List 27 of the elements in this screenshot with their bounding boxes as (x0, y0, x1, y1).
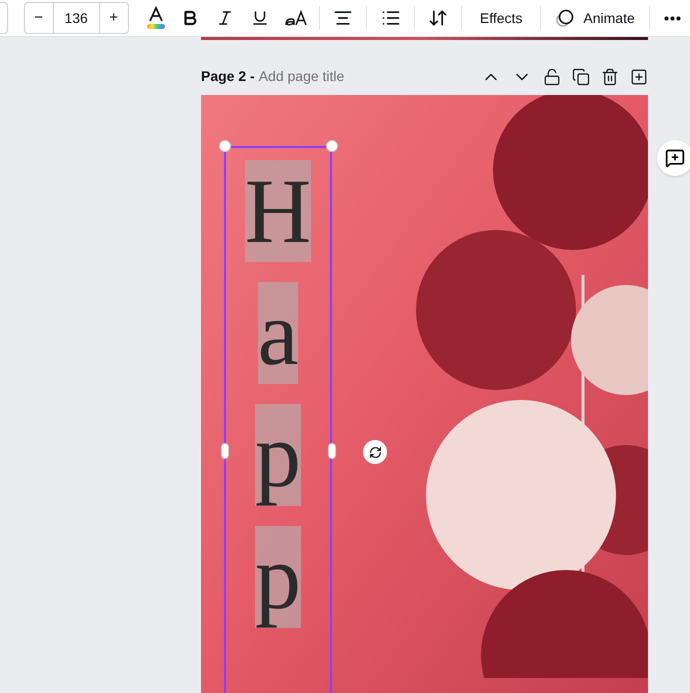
resize-handle-icon[interactable] (219, 140, 231, 152)
unlock-icon (543, 68, 561, 86)
side-handle-icon[interactable] (328, 443, 336, 459)
resize-handle-icon[interactable] (326, 140, 338, 152)
effects-button[interactable]: Effects (468, 0, 534, 36)
animate-icon (555, 8, 576, 28)
font-size-field[interactable]: 136 (54, 2, 99, 34)
page-label: Page 2 - (201, 67, 255, 86)
vertical-text: Happ (244, 159, 312, 630)
add-page-icon (630, 68, 648, 86)
spacing-icon (428, 8, 448, 28)
duplicate-icon (572, 68, 590, 86)
side-handle-icon[interactable] (221, 443, 229, 459)
comment-button[interactable] (657, 140, 690, 176)
increase-font-button[interactable]: + (98, 2, 129, 34)
rotate-button[interactable] (363, 440, 387, 464)
trash-icon (601, 68, 619, 86)
text-selection-frame[interactable]: Happ (224, 146, 332, 693)
text-color-icon (144, 6, 167, 30)
underline-icon (250, 9, 269, 27)
add-comment-icon (665, 148, 685, 168)
rotate-icon (368, 446, 382, 458)
page-title-field[interactable]: Add page title (258, 66, 344, 87)
more-icon (664, 16, 682, 20)
decrease-font-button[interactable]: − (24, 2, 54, 34)
letter-case-icon (285, 10, 308, 26)
animate-button[interactable]: Animate (547, 0, 643, 36)
